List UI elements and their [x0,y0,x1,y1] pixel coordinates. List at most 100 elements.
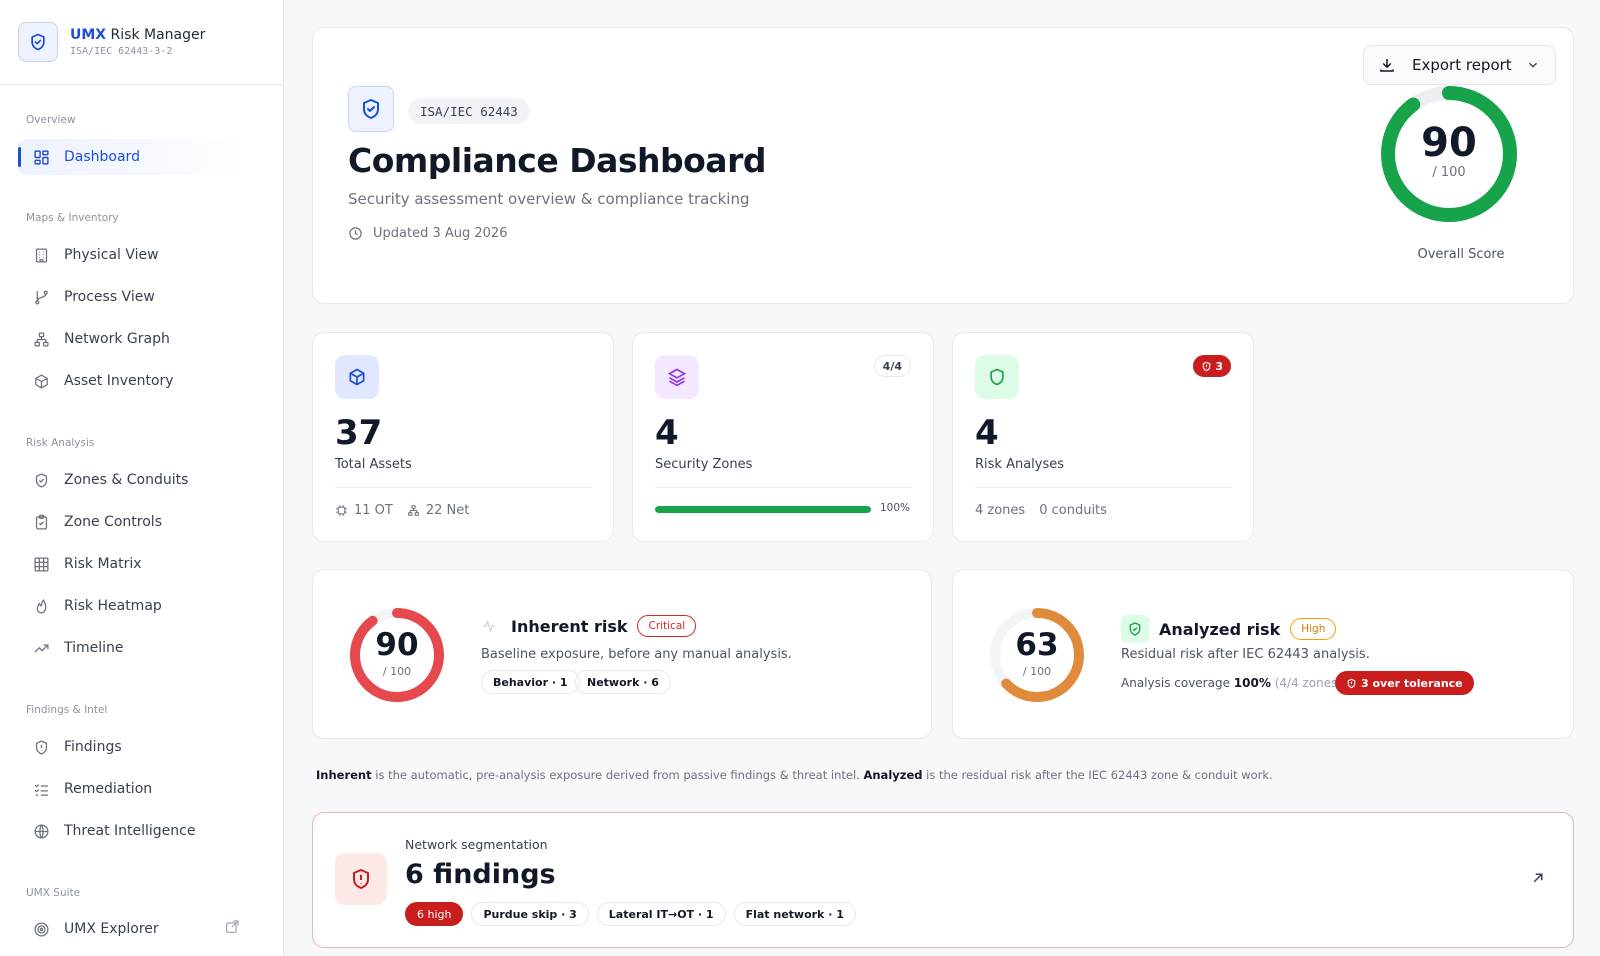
sidebar-item-process-view[interactable]: Process View [18,279,242,315]
security-zones-label: Security Zones [655,457,753,472]
security-zones-value: 4 [655,413,679,453]
lateral-it-ot-pill[interactable]: Lateral IT→OT · 1 [596,902,726,926]
brand-title: UMX Risk Manager [70,27,206,43]
sidebar-item-label: Zones & Conduits [64,472,189,488]
grid-icon [32,555,50,573]
sidebar-item-label: Dashboard [64,149,140,165]
inherent-risk-description: Baseline exposure, before any manual ana… [481,647,792,662]
sidebar-item-label: Asset Inventory [64,373,174,389]
network-count-pill[interactable]: Network · 6 [575,670,671,694]
total-assets-card[interactable]: 37 Total Assets 11 OT 22 Net [312,332,614,542]
sidebar-item-remediation[interactable]: Remediation [18,771,242,807]
behavior-count-pill[interactable]: Behavior · 1 [481,670,580,694]
sidebar-item-zones-conduits[interactable]: Zones & Conduits [18,462,242,498]
shield-alert-icon [1346,678,1357,689]
sidebar-item-risk-matrix[interactable]: Risk Matrix [18,546,242,582]
arrow-up-right-icon[interactable] [1529,869,1547,887]
shield-check-icon [348,86,394,132]
overall-score-gauge: 90 / 100 [1379,84,1519,224]
cpu-icon [335,504,348,517]
sidebar-item-physical-view[interactable]: Physical View [18,237,242,273]
sidebar-item-label: Network Graph [64,331,170,347]
sidebar-item-umx-explorer[interactable]: UMX Explorer [18,911,242,947]
flame-icon [32,597,50,615]
shield-alert-icon [335,853,387,905]
sidebar-item-zone-controls[interactable]: Zone Controls [18,504,242,540]
updated-timestamp: Updated 3 Aug 2026 [348,226,507,241]
sidebar-item-network-graph[interactable]: Network Graph [18,321,242,357]
risk-analyses-label: Risk Analyses [975,457,1065,472]
export-report-button[interactable]: Export report [1363,45,1556,85]
over-tolerance-badge[interactable]: 3 over tolerance [1335,671,1474,695]
sidebar-item-timeline[interactable]: Timeline [18,630,242,666]
sidebar-item-label: Physical View [64,247,159,263]
list-checks-icon [32,780,50,798]
high-badge: High [1290,618,1337,640]
network-icon [32,330,50,348]
globe-icon [32,822,50,840]
analyzed-risk-card[interactable]: 63 / 100 Analyzed risk High Residual ris… [952,569,1574,739]
sidebar-item-label: UMX Explorer [64,921,159,937]
sidebar-item-label: Remediation [64,781,153,797]
flat-network-pill[interactable]: Flat network · 1 [733,902,856,926]
layers-icon [655,355,699,399]
dashboard-icon [32,148,50,166]
overall-score-value: 90 [1421,120,1477,166]
sidebar-item-label: Timeline [64,640,124,656]
sidebar-item-asset-inventory[interactable]: Asset Inventory [18,363,242,399]
brand-subtitle: ISA/IEC 62443-3-2 [70,46,173,57]
inherent-risk-card[interactable]: 90 / 100 Inherent risk Critical Baseline… [312,569,932,739]
sidebar-item-threat-intelligence[interactable]: Threat Intelligence [18,813,242,849]
analyses-breakdown: 4 zones 0 conduits [975,503,1107,518]
git-branch-icon [32,288,50,306]
clock-icon [348,226,363,241]
shield-alert-icon [1201,361,1212,372]
overall-score-denominator: / 100 [1432,165,1466,180]
security-zones-card[interactable]: 4/4 4 Security Zones 100% [632,332,934,542]
total-assets-label: Total Assets [335,457,412,472]
sidebar-item-label: Findings [64,739,122,755]
network-icon [407,504,420,517]
purdue-skip-pill[interactable]: Purdue skip · 3 [471,902,589,926]
network-segmentation-card[interactable]: Network segmentation 6 findings 6 high P… [312,812,1574,948]
sidebar-item-dashboard[interactable]: Dashboard [18,139,242,175]
sidebar-item-risk-heatmap[interactable]: Risk Heatmap [18,588,242,624]
shield-icon [975,355,1019,399]
risk-analyses-card[interactable]: 3 4 Risk Analyses 4 zones 0 conduits [952,332,1254,542]
inherent-score-value: 90 [375,627,419,663]
zones-progress-bar [655,506,871,513]
inherent-risk-gauge: 90 / 100 [349,607,445,703]
sidebar-item-findings[interactable]: Findings [18,729,242,765]
sidebar-item-label: Risk Matrix [64,556,142,572]
sidebar-item-label: Risk Heatmap [64,598,162,614]
risk-alert-badge: 3 [1193,355,1231,377]
risk-definition-note: Inherent is the automatic, pre-analysis … [316,768,1273,782]
zones-fraction-badge: 4/4 [873,355,911,377]
analyzed-score-denominator: / 100 [1022,665,1052,678]
shield-alert-icon [32,738,50,756]
radar-icon [32,920,50,938]
building-icon [32,246,50,264]
compliance-header-card: ISA/IEC 62443 Compliance Dashboard Secur… [312,27,1574,304]
box-icon [335,355,379,399]
box-icon [32,372,50,390]
sidebar: UMX Risk Manager ISA/IEC 62443-3-2 Overv… [0,0,284,956]
chevron-down-icon [1526,58,1540,72]
analyzed-risk-title: Analyzed risk High [1121,615,1337,643]
nav-section-maps: Maps & Inventory [26,212,119,224]
sidebar-item-label: Zone Controls [64,514,162,530]
analyzed-risk-gauge: 63 / 100 [989,607,1085,703]
high-severity-pill[interactable]: 6 high [405,902,464,926]
download-icon [1378,56,1396,74]
asset-breakdown: 11 OT 22 Net [335,503,469,518]
shield-check-icon [1121,615,1149,643]
nav-section-suite: UMX Suite [26,887,81,899]
overall-score-label: Overall Score [1417,247,1505,262]
shield-check-icon [18,22,58,62]
total-assets-value: 37 [335,413,383,453]
nav-section-overview: Overview [26,114,76,126]
standard-chip: ISA/IEC 62443 [408,98,530,124]
inherent-score-denominator: / 100 [382,665,412,678]
analyzed-risk-description: Residual risk after IEC 62443 analysis. [1121,647,1370,662]
trending-up-icon [32,639,50,657]
